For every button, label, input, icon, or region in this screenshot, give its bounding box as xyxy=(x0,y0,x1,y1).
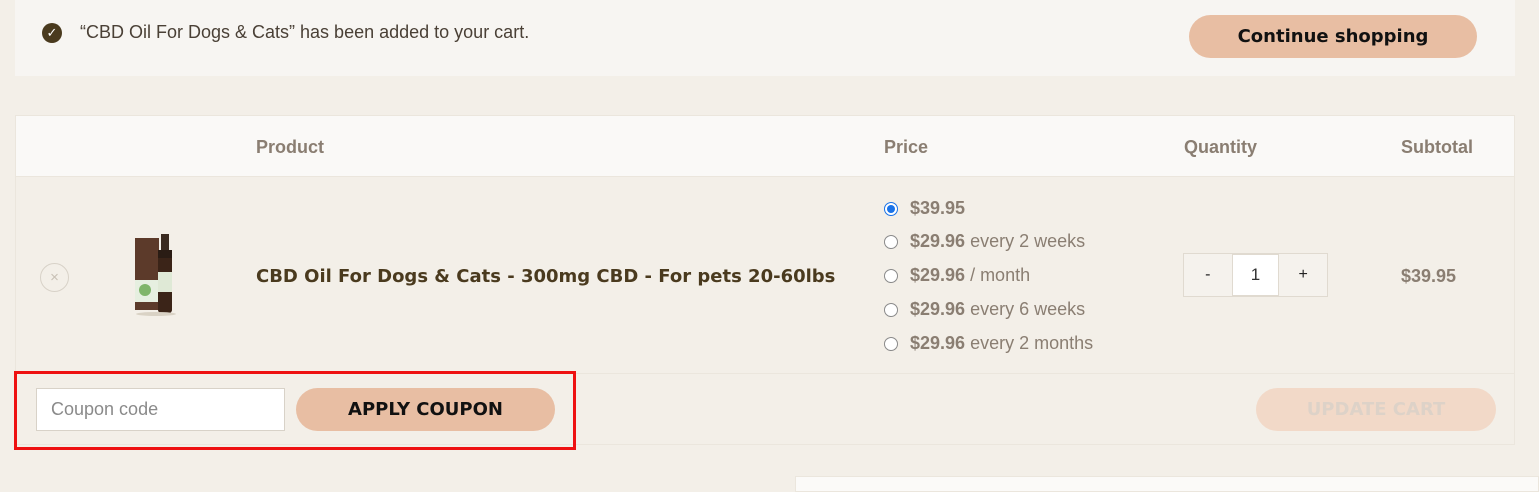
price-option[interactable]: $29.96 every 6 weeks xyxy=(884,299,1085,320)
header-product: Product xyxy=(256,137,325,157)
cart-notice: ✓ “CBD Oil For Dogs & Cats” has been add… xyxy=(15,0,1515,76)
price-option[interactable]: $29.96 / month xyxy=(884,265,1030,286)
cart-totals-panel xyxy=(795,476,1539,492)
table-row: × CBD Oil For Dogs & Cats - 300mg CBD - … xyxy=(16,177,1514,374)
continue-shopping-button[interactable]: Continue shopping xyxy=(1189,15,1477,58)
radio-button[interactable] xyxy=(884,336,898,351)
price-option[interactable]: $39.95 xyxy=(884,198,970,219)
update-cart-button[interactable]: UPDATE CART xyxy=(1256,388,1496,431)
quantity-input[interactable]: 1 xyxy=(1231,254,1280,296)
header-subtotal: Subtotal xyxy=(1401,137,1473,157)
notice-message: “CBD Oil For Dogs & Cats” has been added… xyxy=(80,22,530,42)
radio-button[interactable] xyxy=(884,302,898,317)
price-option[interactable]: $29.96 every 2 weeks xyxy=(884,231,1085,252)
product-name-link[interactable]: CBD Oil For Dogs & Cats - 300mg CBD - Fo… xyxy=(256,266,835,287)
header-quantity: Quantity xyxy=(1184,137,1258,157)
remove-item-icon[interactable]: × xyxy=(40,263,69,292)
radio-button[interactable] xyxy=(884,268,898,283)
quantity-increase-button[interactable]: + xyxy=(1279,254,1327,296)
table-header: Product Price Quantity Subtotal xyxy=(16,116,1514,177)
radio-button[interactable] xyxy=(884,201,898,216)
quantity-stepper: - 1 + xyxy=(1183,253,1328,297)
product-thumbnail[interactable] xyxy=(131,232,181,317)
radio-button[interactable] xyxy=(884,234,898,249)
header-price: Price xyxy=(884,137,929,157)
item-subtotal: $39.95 xyxy=(1401,266,1457,286)
quantity-decrease-button[interactable]: - xyxy=(1184,254,1232,296)
price-option[interactable]: $29.96 every 2 months xyxy=(884,333,1093,354)
check-circle-icon: ✓ xyxy=(42,23,62,43)
coupon-highlight-box xyxy=(14,371,576,450)
